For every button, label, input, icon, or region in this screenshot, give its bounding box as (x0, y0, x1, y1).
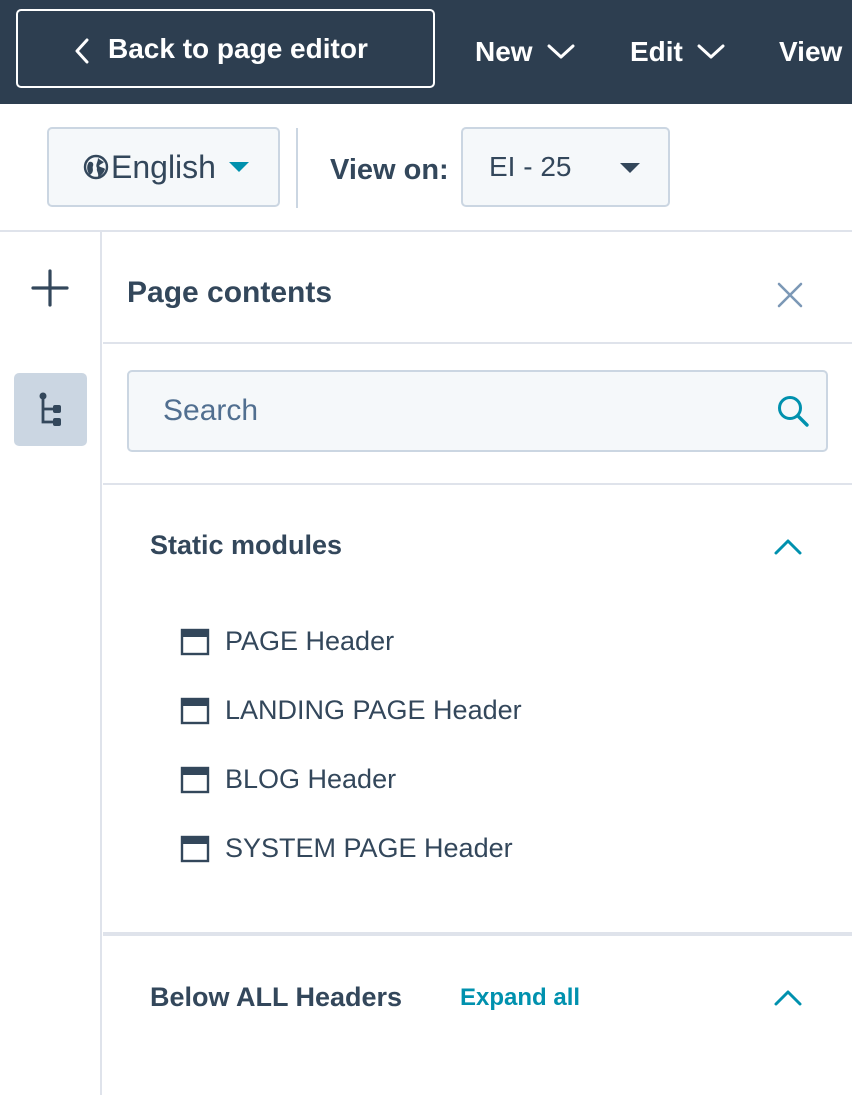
module-item-label: PAGE Header (225, 626, 395, 656)
language-label: English (111, 148, 216, 185)
page-contents-panel: Page contents Static modules PAGE Header (103, 232, 852, 1095)
module-item-page-header[interactable]: PAGE Header (180, 626, 394, 657)
chevron-up-icon[interactable] (773, 987, 803, 1007)
tree-structure-icon (39, 392, 61, 426)
menu-new-label: New (475, 36, 533, 67)
view-on-dropdown[interactable]: EI - 25 (461, 127, 670, 207)
page-contents-tree-button[interactable] (14, 373, 87, 446)
left-icon-rail (0, 232, 102, 1095)
chevron-up-icon[interactable] (773, 536, 803, 556)
back-to-page-editor-button[interactable]: Back to page editor (16, 9, 435, 88)
toolbar-divider (296, 128, 298, 208)
panel-header: Page contents (103, 232, 852, 344)
section-title-below-all-headers: Below ALL Headers (150, 982, 403, 1012)
back-button-label: Back to page editor (108, 32, 368, 64)
module-item-landing-page-header[interactable]: LANDING PAGE Header (180, 695, 522, 726)
chevron-down-icon (547, 44, 575, 59)
view-on-label: View on: (330, 154, 449, 186)
language-dropdown[interactable]: English (47, 127, 280, 207)
search-icon[interactable] (776, 394, 810, 428)
module-section-icon (180, 628, 210, 655)
module-section-icon (180, 766, 210, 793)
panel-title: Page contents (127, 276, 333, 309)
caret-down-icon (620, 163, 640, 173)
chevron-left-icon (75, 38, 89, 64)
close-icon[interactable] (777, 282, 803, 308)
expand-all-link[interactable]: Expand all (460, 984, 580, 1012)
module-item-label: SYSTEM PAGE Header (225, 833, 513, 863)
menu-edit-label: Edit (630, 36, 683, 67)
menu-view-label: View (779, 36, 843, 67)
view-on-value: EI - 25 (489, 151, 572, 182)
search-field (127, 370, 828, 452)
caret-down-icon (228, 162, 249, 172)
divider (103, 483, 852, 485)
editor-top-bar: Back to page editor New Edit View (0, 0, 852, 104)
search-input[interactable] (129, 372, 826, 450)
preview-toolbar: English View on: EI - 25 (0, 104, 852, 232)
add-icon[interactable] (30, 268, 70, 308)
menu-view[interactable]: View (779, 0, 842, 104)
module-section-icon (180, 835, 210, 862)
module-item-label: LANDING PAGE Header (225, 695, 522, 725)
menu-edit[interactable]: Edit (630, 0, 725, 104)
module-item-system-page-header[interactable]: SYSTEM PAGE Header (180, 833, 513, 864)
globe-icon (83, 154, 109, 180)
module-section-icon (180, 697, 210, 724)
module-item-label: BLOG Header (225, 764, 397, 794)
menu-new[interactable]: New (475, 0, 575, 104)
module-item-blog-header[interactable]: BLOG Header (180, 764, 396, 795)
chevron-down-icon (697, 44, 725, 59)
section-title-static-modules: Static modules (150, 530, 343, 560)
section-divider (103, 932, 852, 936)
